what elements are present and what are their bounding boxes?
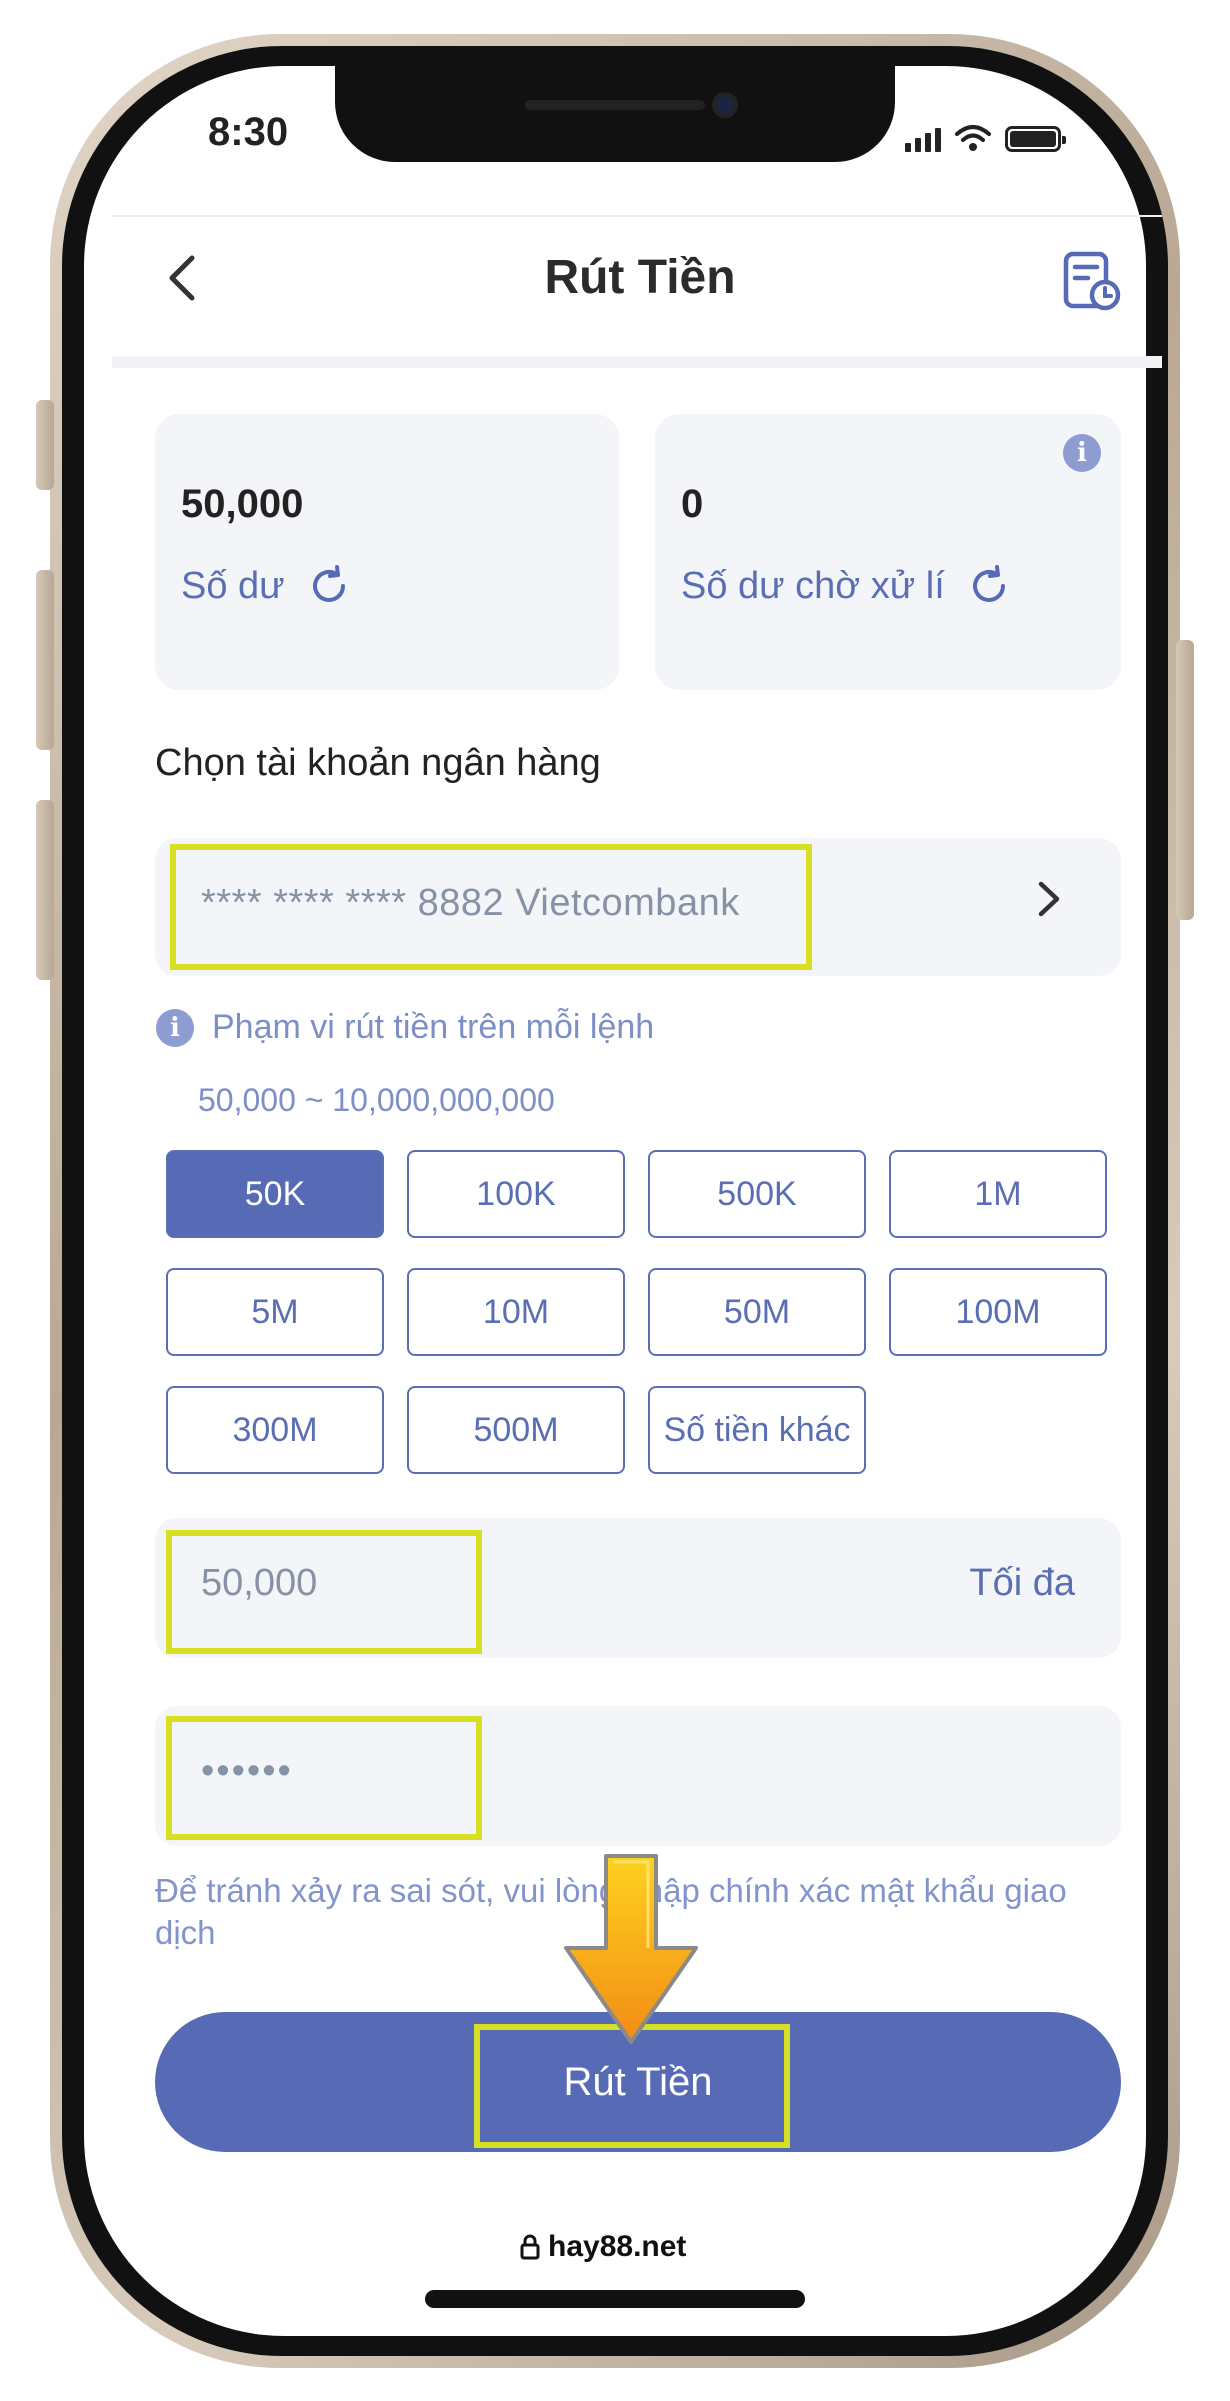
status-time: 8:30 — [208, 110, 289, 154]
refresh-icon[interactable] — [967, 564, 1011, 608]
footer-url: hay88.net — [520, 2230, 686, 2264]
chevron-left-icon — [169, 255, 195, 301]
amount-options: 50K 100K 500K 1M 5M 10M 50M 100M 300M 500M Số tiền… — [166, 1150, 1112, 1474]
volume-up-button — [36, 570, 54, 750]
amount-option-button[interactable]: 1M — [889, 1150, 1107, 1238]
transaction-history-icon — [1063, 251, 1121, 311]
battery-icon — [1005, 126, 1066, 152]
mute-switch — [36, 400, 54, 490]
withdraw-range-label: Phạm vi rút tiền trên mỗi lệnh — [212, 1008, 655, 1046]
highlight-box — [170, 844, 812, 970]
amount-option-button[interactable]: 500M — [407, 1386, 625, 1474]
pending-balance-value: 0 — [681, 482, 704, 526]
amount-option-button[interactable]: 300M — [166, 1386, 384, 1474]
balance-label-row: Số dư — [181, 564, 351, 608]
refresh-icon[interactable] — [307, 564, 351, 608]
pointer-arrow-icon — [564, 1854, 698, 2044]
wifi-icon — [955, 125, 991, 151]
history-button[interactable] — [1060, 250, 1122, 312]
max-amount-button[interactable]: Tối đa — [969, 1562, 1075, 1605]
pending-balance-label-row: Số dư chờ xử lí — [681, 564, 1011, 608]
back-button[interactable] — [160, 250, 204, 306]
lock-icon — [520, 2234, 540, 2260]
balance-card: 50,000 Số dư — [155, 414, 619, 690]
amount-option-button[interactable]: Số tiền khác — [648, 1386, 866, 1474]
balance-label: Số dư — [181, 564, 285, 607]
status-icons — [905, 120, 1066, 152]
info-icon: i — [156, 1008, 194, 1047]
header-divider — [112, 215, 1162, 217]
earpiece-speaker — [525, 100, 705, 110]
bank-section-label: Chọn tài khoản ngân hàng — [155, 742, 601, 784]
highlight-box — [166, 1530, 482, 1654]
balance-value: 50,000 — [181, 482, 304, 526]
amount-option-button[interactable]: 50M — [648, 1268, 866, 1356]
footer-url-text: hay88.net — [548, 2230, 687, 2263]
highlight-box — [166, 1716, 482, 1840]
page-title: Rút Tiền — [544, 251, 736, 304]
amount-option-button[interactable]: 5M — [166, 1268, 384, 1356]
amount-option-button[interactable]: 500K — [648, 1150, 866, 1238]
front-camera — [712, 92, 738, 118]
withdraw-range-value: 50,000 ~ 10,000,000,000 — [198, 1082, 555, 1118]
home-indicator[interactable] — [425, 2290, 805, 2308]
amount-option-button[interactable]: 50K — [166, 1150, 384, 1238]
amount-option-button[interactable]: 10M — [407, 1268, 625, 1356]
signal-icon — [905, 126, 941, 152]
power-button — [1176, 640, 1194, 920]
amount-option-button[interactable]: 100K — [407, 1150, 625, 1238]
notch — [335, 66, 895, 162]
info-icon[interactable]: i — [1063, 434, 1101, 472]
chevron-right-icon — [1035, 872, 1065, 939]
withdraw-range-info: i Phạm vi rút tiền trên mỗi lệnh — [156, 1008, 654, 1047]
pending-balance-label: Số dư chờ xử lí — [681, 564, 945, 607]
volume-down-button — [36, 800, 54, 980]
amount-option-button[interactable]: 100M — [889, 1268, 1107, 1356]
pending-balance-card: i 0 Số dư chờ xử lí — [655, 414, 1121, 690]
header-separator — [112, 356, 1162, 368]
